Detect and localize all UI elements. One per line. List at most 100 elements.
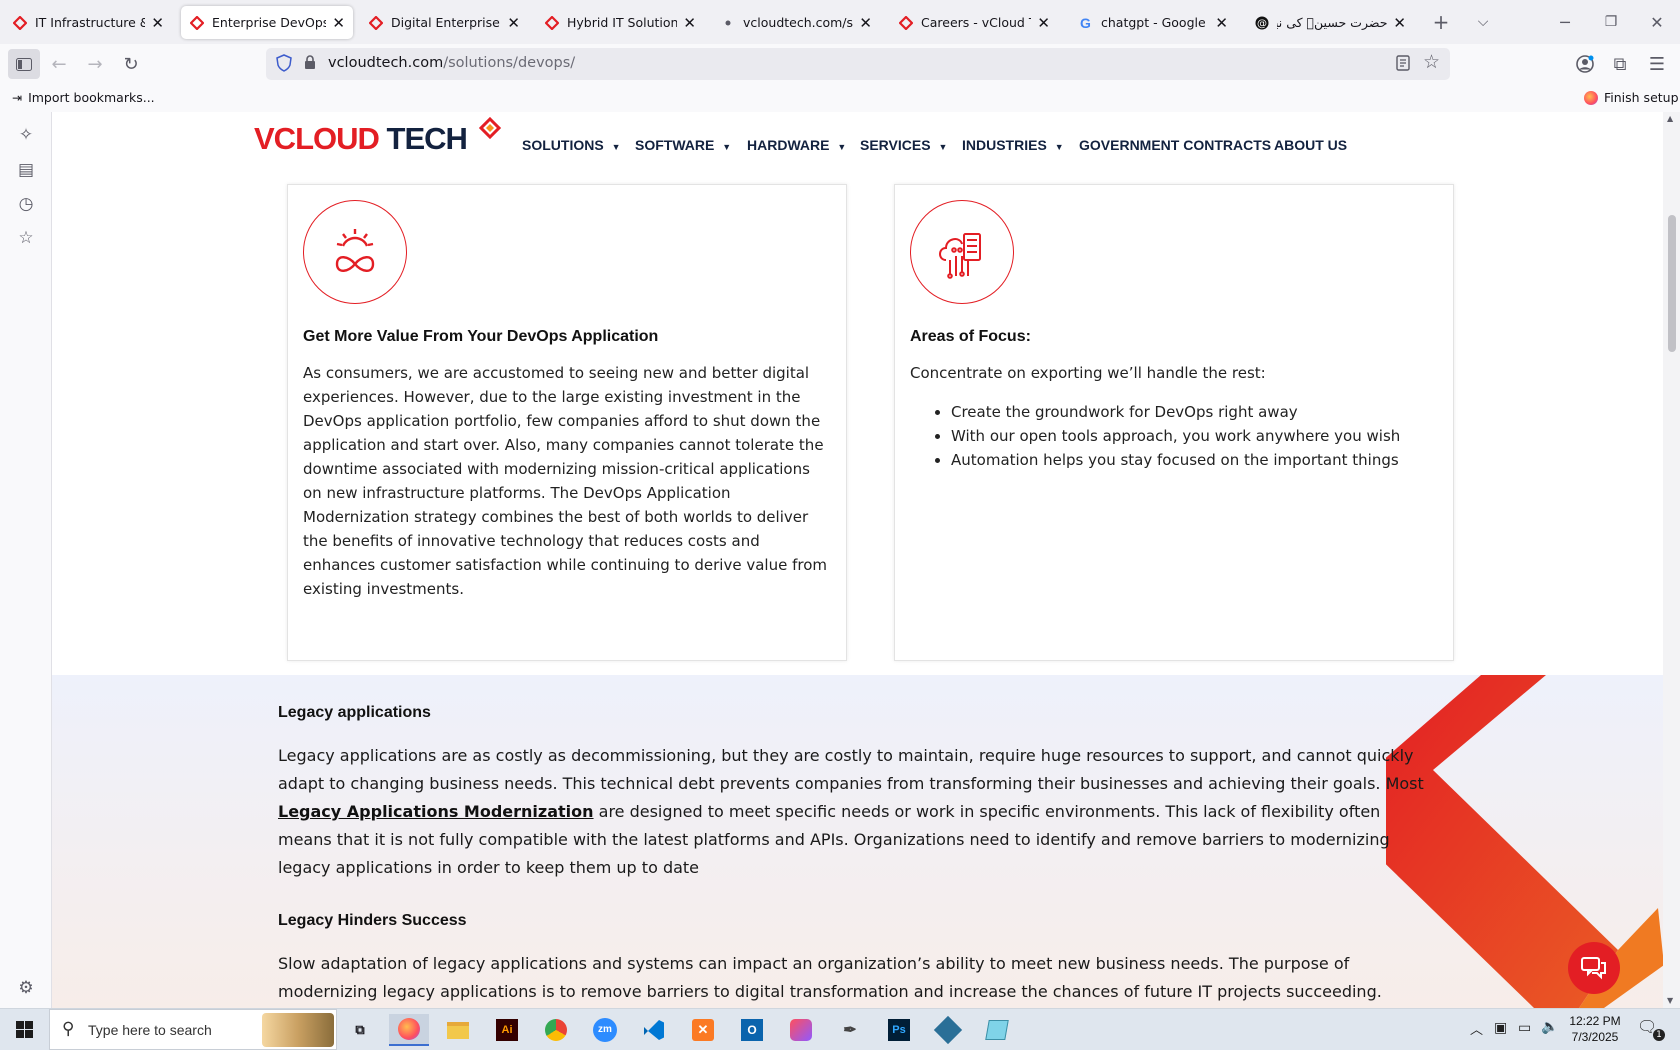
network-status-icon[interactable]: ▣ — [1494, 1020, 1507, 1036]
illustrator-icon[interactable]: Ai — [487, 1014, 527, 1046]
list-item: With our open tools approach, you work a… — [951, 424, 1400, 448]
icon-circle — [303, 200, 407, 304]
legacy-paragraph: Legacy applications are as costly as dec… — [278, 742, 1438, 882]
lock-icon[interactable] — [304, 55, 316, 74]
scrollbar-thumb[interactable] — [1668, 215, 1676, 352]
caret-down-icon: ▼ — [1054, 142, 1064, 152]
minimize-icon[interactable]: ─ — [1550, 8, 1580, 36]
windows-start-icon[interactable] — [2, 1013, 46, 1045]
new-tab-icon[interactable]: + — [1426, 8, 1456, 36]
tab-5[interactable]: vcloudtech.com/solutio ✕ — [712, 6, 880, 39]
customize-sidebar-icon[interactable]: ⚙ — [12, 978, 40, 1004]
vcloud-tech-logo[interactable]: VCLOUD TECH — [254, 117, 501, 154]
close-tab-icon[interactable]: ✕ — [1215, 14, 1228, 32]
taskbar-search-box[interactable]: ⚲ Type here to search — [49, 1009, 337, 1050]
menu-industries[interactable]: INDUSTRIES ▼ — [962, 137, 1064, 153]
clock[interactable]: 12:22 PM 7/3/2025 — [1564, 1013, 1626, 1045]
sidebar-toggle-icon[interactable] — [8, 49, 40, 79]
card-title: Get More Value From Your DevOps Applicat… — [303, 328, 659, 345]
tab-label: Enterprise DevOps | De — [212, 15, 327, 30]
dot-icon — [720, 15, 735, 30]
menu-services[interactable]: SERVICES ▼ — [860, 137, 947, 153]
notification-center[interactable]: 🗨 1 — [1637, 1017, 1667, 1043]
vscode-icon[interactable] — [634, 1014, 674, 1046]
scroll-down-icon[interactable]: ▼ — [1667, 996, 1673, 1005]
legacy-text-before: Legacy applications are as costly as dec… — [278, 746, 1424, 793]
tab-label: IT Infrastructure & Cyb — [35, 15, 145, 30]
xampp-icon[interactable]: ✕ — [683, 1014, 723, 1046]
app-cube-icon[interactable] — [928, 1014, 968, 1046]
bookmark-star-icon[interactable]: ☆ — [1423, 51, 1440, 73]
task-view-icon[interactable]: ⧉ — [340, 1014, 380, 1046]
url-text: vcloudtech.com/solutions/devops/ — [328, 55, 575, 71]
menu-label: SOFTWARE — [635, 137, 715, 153]
tab-2[interactable]: Enterprise DevOps | De ✕ — [181, 6, 353, 39]
list-item: Create the groundwork for DevOps right a… — [951, 400, 1400, 424]
vertical-scrollbar[interactable]: ▲ ▼ — [1663, 112, 1680, 1008]
shield-icon[interactable] — [276, 54, 292, 76]
menu-solutions[interactable]: SOLUTIONS ▼ — [522, 137, 620, 153]
ai-chatbot-icon[interactable]: ✧ — [12, 125, 40, 151]
tab-4[interactable]: Hybrid IT Solutions | IT ✕ — [536, 6, 704, 39]
chrome-icon[interactable] — [536, 1014, 576, 1046]
chat-button[interactable] — [1568, 942, 1620, 994]
url-bar[interactable]: vcloudtech.com/solutions/devops/ ☆ — [266, 48, 1450, 80]
tab-8[interactable]: @ حضرت حسینؑ کی نیکی ✕ — [1246, 6, 1414, 39]
import-bookmarks-button[interactable]: ⇥ Import bookmarks... — [12, 90, 155, 105]
tab-7[interactable]: G chatgpt - Google Searc ✕ — [1070, 6, 1236, 39]
extensions-icon[interactable]: ⧉ — [1605, 50, 1635, 78]
close-tab-icon[interactable]: ✕ — [683, 14, 696, 32]
menu-hardware[interactable]: HARDWARE ▼ — [747, 137, 846, 153]
svg-text:@: @ — [1257, 18, 1267, 29]
zoom-icon[interactable]: zm — [585, 1014, 625, 1046]
history-icon[interactable]: ◷ — [12, 194, 40, 220]
menu-government-contracts[interactable]: GOVERNMENT CONTRACTS — [1079, 137, 1271, 153]
bookmarks-icon[interactable]: ☆ — [12, 228, 40, 254]
app-menu-icon[interactable]: ☰ — [1642, 50, 1672, 78]
tab-1[interactable]: IT Infrastructure & Cyb ✕ — [4, 6, 172, 39]
close-tab-icon[interactable]: ✕ — [332, 14, 345, 32]
tab-label: Careers - vCloud Tech — [921, 15, 1031, 30]
close-tab-icon[interactable]: ✕ — [1393, 14, 1406, 32]
tab-6[interactable]: Careers - vCloud Tech ✕ — [890, 6, 1058, 39]
outlook-icon[interactable]: O — [732, 1014, 772, 1046]
close-tab-icon[interactable]: ✕ — [507, 14, 520, 32]
search-highlight-illustration — [262, 1013, 334, 1047]
search-icon: ⚲ — [62, 1019, 75, 1039]
menu-software[interactable]: SOFTWARE ▼ — [635, 137, 731, 153]
menu-label: ABOUT US — [1274, 137, 1348, 153]
vcloud-favicon-icon — [544, 15, 559, 30]
account-icon[interactable] — [1570, 50, 1600, 78]
menu-label: SOLUTIONS — [522, 137, 604, 153]
reload-icon[interactable]: ↻ — [116, 50, 146, 78]
search-placeholder: Type here to search — [88, 1022, 212, 1038]
forward-icon[interactable]: → — [80, 50, 110, 78]
photoshop-icon[interactable]: Ps — [879, 1014, 919, 1046]
pen-tool-icon[interactable]: ✒ — [830, 1014, 870, 1046]
chat-icon — [1581, 957, 1606, 980]
volume-icon[interactable]: 🔈 — [1541, 1019, 1558, 1035]
legacy-modernization-link[interactable]: Legacy Applications Modernization — [278, 802, 594, 821]
show-hidden-icons[interactable]: ︿ — [1470, 1019, 1483, 1038]
close-window-icon[interactable]: ✕ — [1642, 8, 1672, 36]
list-all-tabs-icon[interactable]: ⌵ — [1468, 8, 1498, 36]
tab-3[interactable]: Digital Enterprise Solut ✕ — [360, 6, 528, 39]
close-tab-icon[interactable]: ✕ — [151, 14, 164, 32]
menu-label: GOVERNMENT CONTRACTS — [1079, 137, 1272, 153]
file-explorer-icon[interactable] — [438, 1014, 478, 1046]
wifi-icon[interactable]: ▭ — [1518, 1020, 1531, 1036]
close-tab-icon[interactable]: ✕ — [1037, 14, 1050, 32]
caret-down-icon: ▼ — [722, 142, 732, 152]
close-tab-icon[interactable]: ✕ — [859, 14, 872, 32]
finish-setup-button[interactable]: Finish setup — [1584, 90, 1679, 105]
back-icon[interactable]: ← — [44, 50, 74, 78]
restore-icon[interactable]: ❐ — [1596, 8, 1626, 36]
firefox-taskbar-icon[interactable] — [389, 1014, 429, 1046]
tab-label: vcloudtech.com/solutio — [743, 15, 854, 30]
creative-cloud-icon[interactable] — [781, 1014, 821, 1046]
scroll-up-icon[interactable]: ▲ — [1667, 114, 1673, 123]
reader-view-icon[interactable] — [1396, 55, 1410, 75]
synced-tabs-icon[interactable]: ▤ — [12, 160, 40, 186]
menu-about-us[interactable]: ABOUT US — [1274, 137, 1347, 153]
notepad-icon[interactable] — [977, 1014, 1017, 1046]
